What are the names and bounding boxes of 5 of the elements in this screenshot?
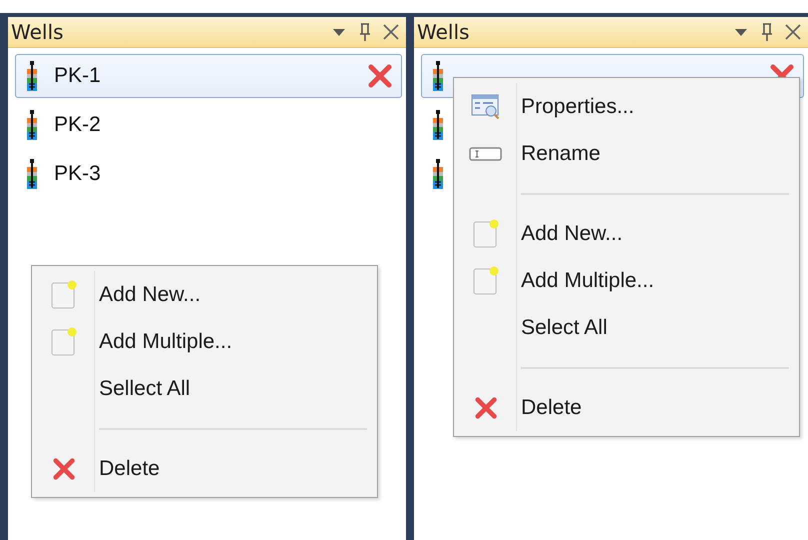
panel-title: Wells bbox=[11, 20, 64, 44]
well-name: PK-2 bbox=[54, 113, 102, 137]
well-name: PK-3 bbox=[54, 162, 102, 186]
panel-title: Wells bbox=[417, 20, 470, 44]
well-name: PK-1 bbox=[54, 64, 102, 88]
